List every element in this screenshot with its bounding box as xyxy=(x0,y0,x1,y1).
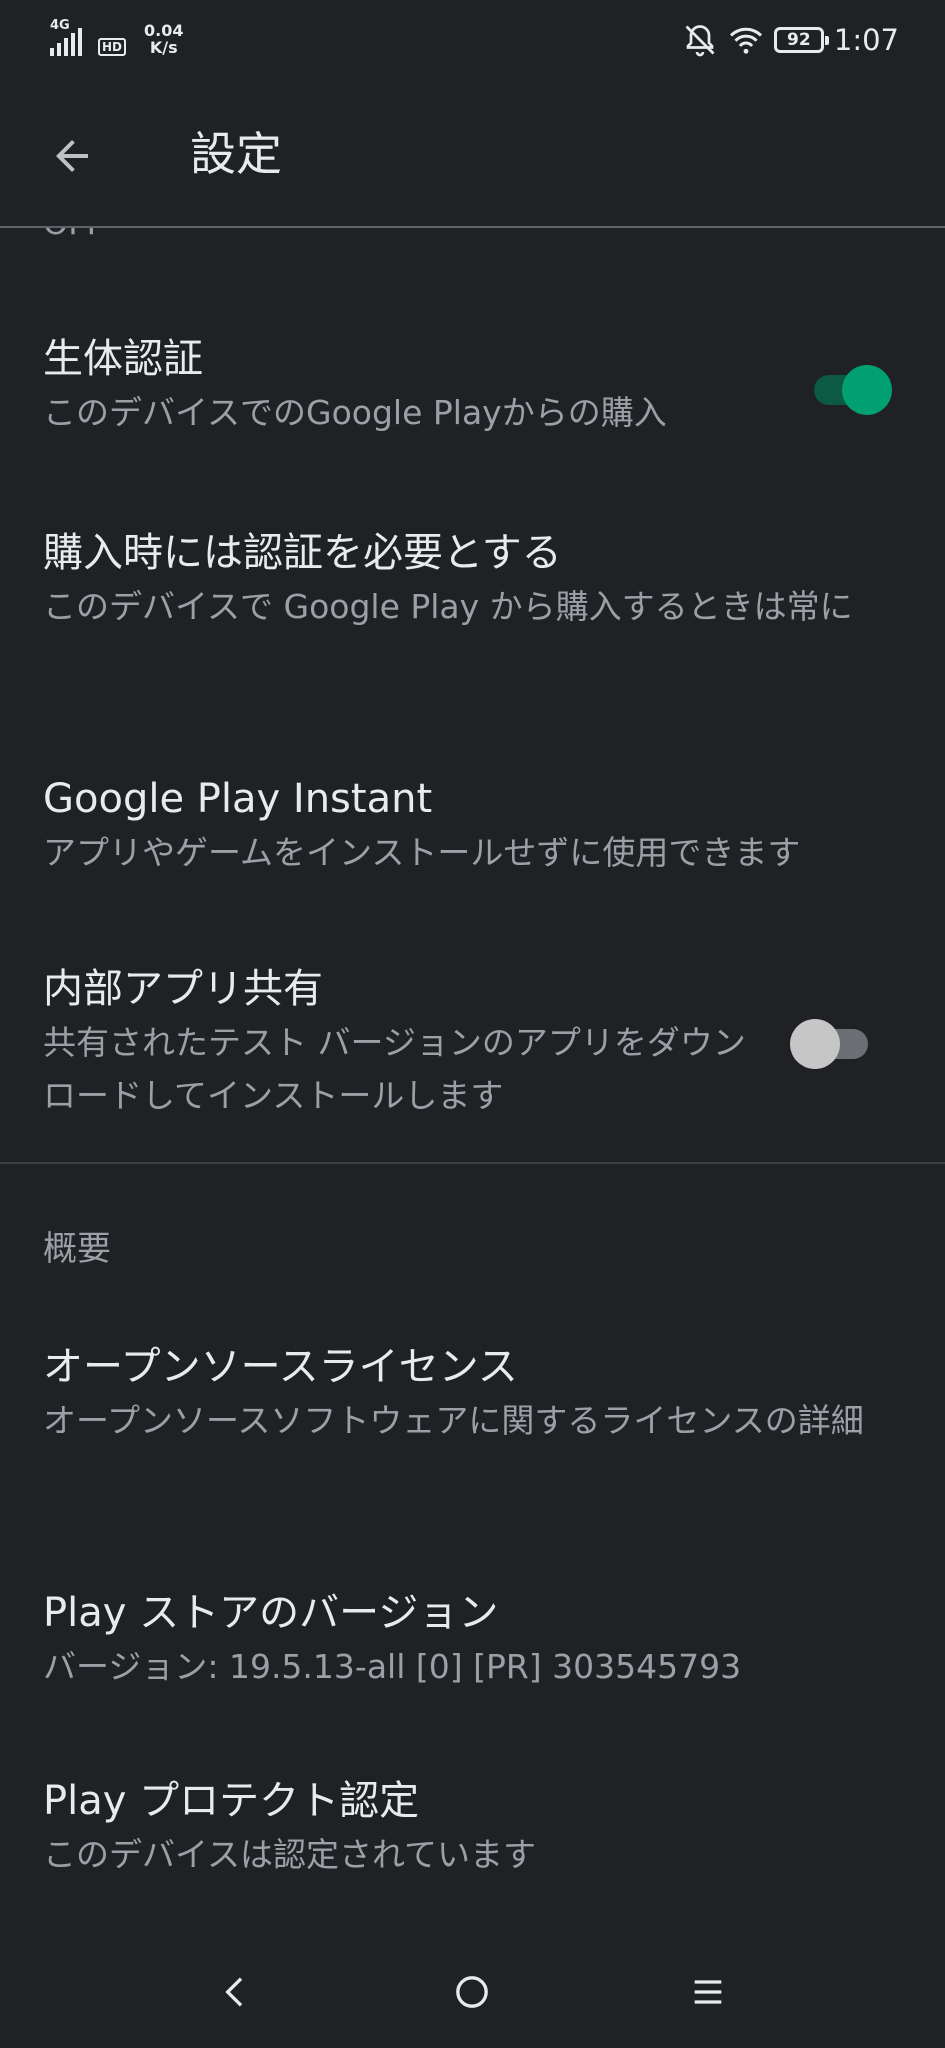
biometric-title: 生体認証 xyxy=(43,336,203,382)
nav-home-button[interactable] xyxy=(442,1962,502,2022)
require-auth-title: 購入時には認証を必要とする xyxy=(43,530,562,576)
biometric-setting[interactable]: 生体認証 このデバイスでのGoogle Playからの購入 xyxy=(43,332,902,439)
instant-title: Google Play Instant xyxy=(43,776,433,822)
status-bar: 4G HD 0.04 K/s 92 1:07 xyxy=(0,0,945,82)
signal-icon: 4G xyxy=(50,18,92,56)
app-bar: 設定 xyxy=(0,82,945,228)
instant-setting[interactable]: Google Play Instant アプリやゲームをインストールせずに使用で… xyxy=(43,772,902,879)
biometric-toggle[interactable] xyxy=(808,362,892,415)
internal-sharing-setting[interactable]: 内部アプリ共有 共有されたテスト バージョンのアプリをダウンロードしてインストー… xyxy=(43,962,902,1122)
battery-icon: 92 xyxy=(773,27,829,53)
wifi-icon xyxy=(729,27,762,54)
speed-unit: K/s xyxy=(149,38,178,57)
clock: 1:07 xyxy=(833,23,899,57)
nav-home-icon xyxy=(456,1976,488,2008)
page-title: 設定 xyxy=(190,127,282,181)
nav-back-icon xyxy=(225,1977,243,2007)
internal-sharing-subtitle: 共有されたテスト バージョンのアプリをダウンロードしてインストールします xyxy=(43,1023,746,1115)
silent-bell-icon xyxy=(685,25,715,57)
biometric-subtitle: このデバイスでのGoogle Playからの購入 xyxy=(43,393,667,432)
settings-list[interactable]: OFF 生体認証 このデバイスでのGoogle Playからの購入 購入時には認… xyxy=(0,228,945,1936)
cutoff-subtitle: OFF xyxy=(43,228,105,242)
about-section-header: 概要 xyxy=(43,1229,111,1269)
status-right: 92 1:07 xyxy=(682,20,899,60)
play-protect-setting[interactable]: Play プロテクト認定 このデバイスは認定されています xyxy=(43,1774,902,1881)
nav-menu-button[interactable] xyxy=(678,1962,738,2022)
oss-subtitle: オープンソースソフトウェアに関するライセンスの詳細 xyxy=(43,1401,864,1440)
network-speed: 0.04 K/s xyxy=(144,22,183,56)
internal-sharing-toggle[interactable] xyxy=(790,1016,874,1069)
oss-title: オープンソースライセンス xyxy=(43,1344,518,1390)
navigation-bar xyxy=(0,1936,945,2048)
instant-subtitle: アプリやゲームをインストールせずに使用できます xyxy=(43,833,801,872)
nav-menu-icon xyxy=(694,1980,722,2004)
version-title: Play ストアのバージョン xyxy=(43,1590,499,1636)
back-button[interactable] xyxy=(36,120,108,192)
protect-title: Play プロテクト認定 xyxy=(43,1778,420,1824)
arrow-back-icon xyxy=(56,140,88,172)
section-divider xyxy=(0,1162,945,1164)
oss-licenses-setting[interactable]: オープンソースライセンス オープンソースソフトウェアに関するライセンスの詳細 xyxy=(43,1340,902,1447)
nav-back-button[interactable] xyxy=(206,1962,266,2022)
protect-subtitle: このデバイスは認定されています xyxy=(43,1835,537,1874)
internal-sharing-title: 内部アプリ共有 xyxy=(43,966,323,1012)
speed-value: 0.04 xyxy=(144,21,184,40)
require-auth-subtitle: このデバイスで Google Play から購入するときは常に xyxy=(43,587,853,626)
require-auth-setting[interactable]: 購入時には認証を必要とする このデバイスで Google Play から購入する… xyxy=(43,526,902,633)
version-setting[interactable]: Play ストアのバージョン バージョン: 19.5.13-all [0] [P… xyxy=(43,1586,902,1693)
version-subtitle: バージョン: 19.5.13-all [0] [PR] 303545793 xyxy=(43,1647,742,1686)
hd-badge: HD xyxy=(98,38,127,56)
status-left: 4G HD 0.04 K/s xyxy=(50,18,184,56)
